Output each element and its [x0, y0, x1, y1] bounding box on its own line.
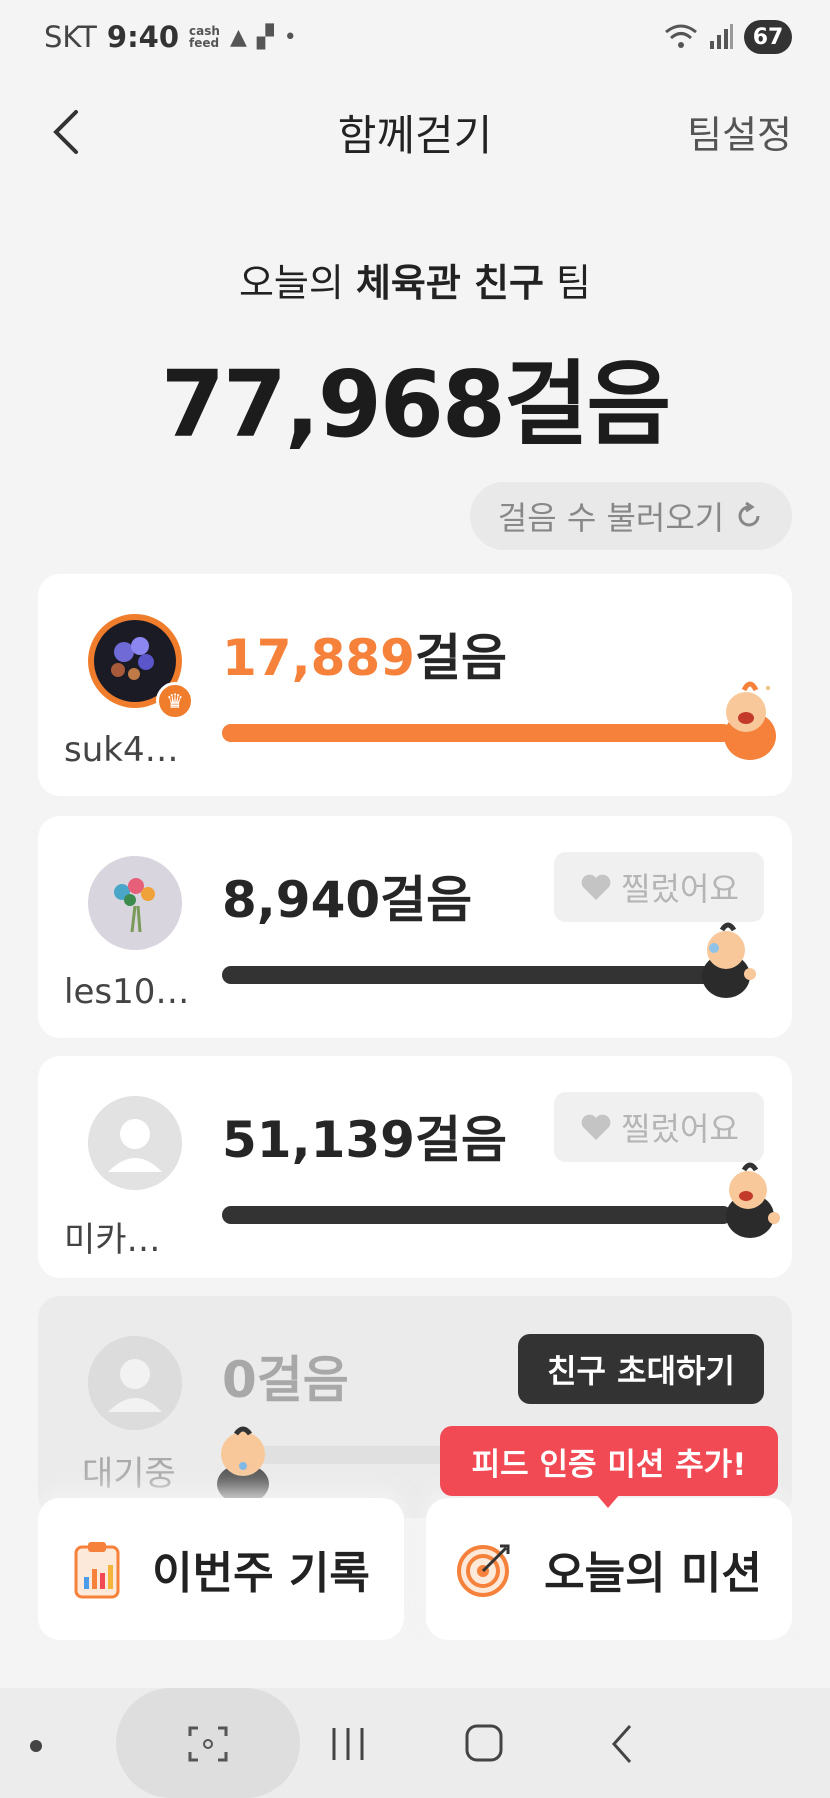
app-header: 함께걷기 팀설정 [0, 90, 830, 170]
carrier: SKT [44, 20, 97, 54]
today-mission-label: 오늘의 미션 [544, 1548, 762, 1599]
avatar [88, 1336, 182, 1430]
today-mission-button[interactable]: 오늘의 미션 [426, 1498, 792, 1640]
progress-fill [222, 966, 732, 984]
member-name: les10… [64, 972, 190, 1012]
invite-friend-button[interactable]: 친구 초대하기 [518, 1334, 764, 1404]
steps-number: 17,889 [222, 629, 415, 687]
load-steps-button[interactable]: 걸음 수 불러오기 [470, 482, 792, 550]
progress-fill [222, 1206, 732, 1224]
status-right: 67 [664, 20, 792, 54]
member-steps: 51,139걸음 [222, 1100, 507, 1172]
wifi-icon [665, 24, 697, 48]
cashfeed-icon: cash feed [189, 25, 220, 49]
screenshot-capture-icon[interactable] [186, 1724, 230, 1764]
team-settings-button[interactable]: 팀설정 [687, 104, 792, 159]
back-nav-icon[interactable] [606, 1722, 638, 1766]
app-notification-icon: ▲ [229, 24, 247, 50]
battery-indicator: 67 [744, 20, 792, 54]
steps-unit: 걸음 [380, 871, 473, 929]
progress-track [222, 1206, 732, 1224]
avatar[interactable] [88, 1096, 182, 1190]
member-steps: 0걸음 [222, 1340, 349, 1412]
mascot-icon [702, 922, 756, 998]
member-name: suk4… [64, 730, 179, 770]
mascot-icon [726, 1162, 780, 1238]
member-steps: 8,940걸음 [222, 860, 472, 932]
progress-fill [222, 724, 732, 742]
recent-apps-icon[interactable] [328, 1724, 368, 1764]
stairs-icon: ▞ [256, 24, 274, 50]
team-suffix: 팀 [543, 261, 592, 305]
load-steps-label: 걸음 수 불러오기 [497, 499, 725, 537]
progress-track [222, 966, 732, 984]
poke-heart-icon [581, 1114, 611, 1140]
mascot-icon [724, 681, 776, 760]
team-prefix: 오늘의 [238, 261, 356, 305]
clock: 9:40 [106, 20, 180, 54]
weekly-record-button[interactable]: 이번주 기록 [38, 1498, 404, 1640]
status-left: SKT 9:40 cash feed ▲ ▞ • [44, 20, 297, 54]
poke-button[interactable]: 찔렀어요 [554, 1092, 764, 1162]
nav-dot-icon [30, 1740, 42, 1752]
crown-icon: ♛ [156, 682, 194, 720]
member-card[interactable]: les10… 8,940걸음 찔렀어요 [38, 816, 792, 1038]
poke-label: 찔렀어요 [621, 1110, 739, 1148]
member-card[interactable]: 미카… 51,139걸음 찔렀어요 [38, 1056, 792, 1278]
refresh-icon [738, 501, 760, 527]
target-icon [457, 1544, 510, 1597]
signal-icon [710, 24, 733, 49]
member-name: 미카… [64, 1220, 161, 1260]
tooltip-tail [596, 1494, 620, 1508]
home-icon[interactable] [464, 1722, 504, 1764]
poke-heart-icon [581, 874, 611, 900]
steps-unit: 걸음 [414, 1111, 507, 1169]
mission-tooltip: 피드 인증 미션 추가! [440, 1426, 778, 1496]
default-avatar-icon [88, 1096, 182, 1190]
default-avatar-icon [88, 1336, 182, 1430]
more-dot-icon: • [283, 24, 297, 50]
clipboard-chart-icon [74, 1542, 120, 1599]
member-steps: 17,889걸음 [222, 618, 507, 690]
poke-label: 찔렀어요 [621, 870, 739, 908]
team-heading: 오늘의 체육관 친구 팀 [0, 252, 830, 307]
avatar-bouquet-photo [88, 856, 182, 950]
weekly-record-label: 이번주 기록 [152, 1548, 370, 1599]
steps-unit: 걸음 [256, 1351, 349, 1409]
member-card[interactable]: ♛ suk4… 17,889걸음 [38, 574, 792, 796]
mascot-icon [217, 1426, 269, 1504]
cashfeed-bottom: feed [189, 36, 220, 50]
steps-number: 8,940 [222, 871, 381, 929]
progress-track [222, 724, 732, 742]
member-name: 대기중 [82, 1454, 176, 1494]
total-steps: 77,968걸음 [160, 351, 671, 458]
system-nav-bar [0, 1688, 830, 1798]
poke-button[interactable]: 찔렀어요 [554, 852, 764, 922]
status-bar: SKT 9:40 cash feed ▲ ▞ • 67 [0, 0, 830, 76]
steps-number: 51,139 [222, 1111, 415, 1169]
avatar[interactable] [88, 856, 182, 950]
steps-unit: 걸음 [414, 629, 507, 687]
steps-number: 0 [222, 1351, 257, 1409]
team-name: 체육관 친구 [355, 261, 544, 305]
